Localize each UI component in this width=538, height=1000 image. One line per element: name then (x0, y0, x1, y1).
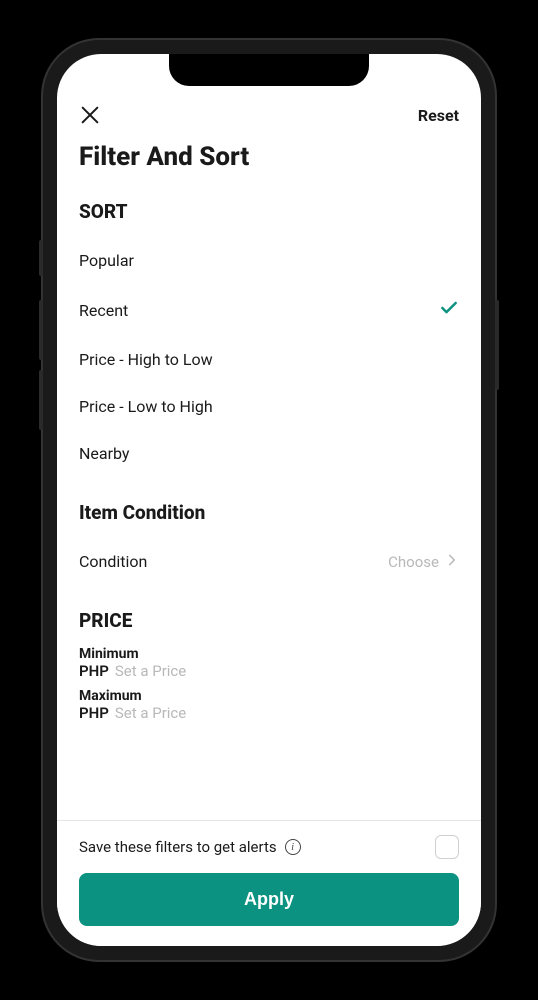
price-currency: PHP (79, 704, 109, 722)
price-min-label: Minimum (79, 646, 459, 662)
price-max-label: Maximum (79, 688, 459, 704)
chevron-right-icon (445, 553, 459, 571)
check-icon (439, 298, 459, 322)
page-title: Filter And Sort (57, 132, 481, 190)
price-min-input[interactable]: PHP Set a Price (79, 662, 459, 680)
condition-heading: Item Condition (79, 501, 459, 524)
sort-item-label: Popular (79, 251, 134, 270)
price-currency: PHP (79, 662, 109, 680)
price-max-placeholder: Set a Price (115, 704, 186, 722)
reset-button[interactable]: Reset (418, 106, 459, 125)
condition-row[interactable]: Condition Choose (79, 538, 459, 585)
content-scroll[interactable]: SORT Popular Recent Price - High to Low (57, 190, 481, 820)
sort-item-recent[interactable]: Recent (79, 284, 459, 336)
sort-item-label: Nearby (79, 444, 130, 463)
condition-choose-label: Choose (388, 553, 439, 571)
info-icon[interactable]: i (285, 839, 301, 855)
price-min-placeholder: Set a Price (115, 662, 186, 680)
sort-item-price-high-low[interactable]: Price - High to Low (79, 336, 459, 383)
sort-item-price-low-high[interactable]: Price - Low to High (79, 383, 459, 430)
condition-label: Condition (79, 552, 147, 571)
price-heading: PRICE (79, 609, 459, 632)
save-filters-label: Save these filters to get alerts (79, 838, 277, 856)
sort-item-nearby[interactable]: Nearby (79, 430, 459, 477)
sort-item-label: Price - Low to High (79, 397, 213, 416)
sort-item-label: Recent (79, 301, 128, 320)
close-icon[interactable] (79, 104, 101, 126)
sort-item-popular[interactable]: Popular (79, 237, 459, 284)
sort-heading: SORT (79, 200, 459, 223)
apply-button[interactable]: Apply (79, 873, 459, 926)
price-max-input[interactable]: PHP Set a Price (79, 704, 459, 722)
save-filters-checkbox[interactable] (435, 835, 459, 859)
sort-item-label: Price - High to Low (79, 350, 213, 369)
